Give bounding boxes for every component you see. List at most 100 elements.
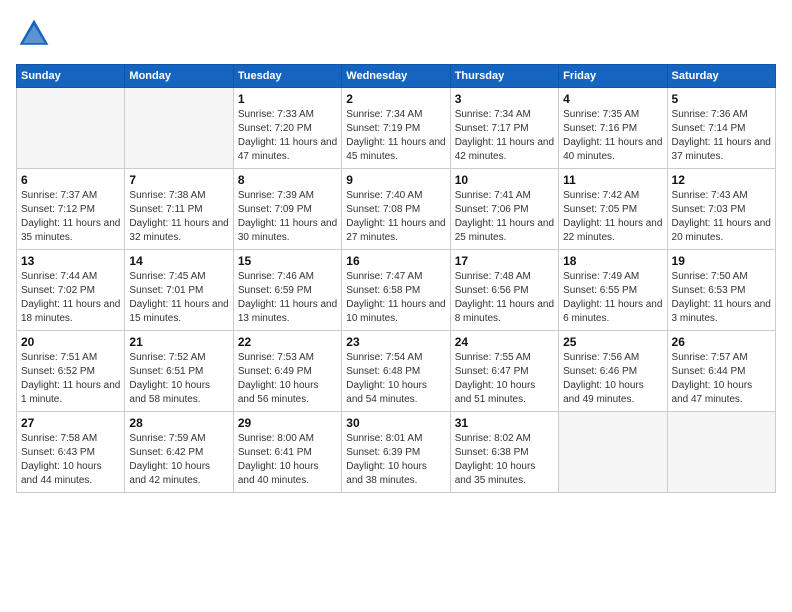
calendar-cell: 23 Sunrise: 7:54 AM Sunset: 6:48 PM Dayli… [342, 331, 450, 412]
day-number: 27 [21, 416, 120, 430]
calendar-cell: 14 Sunrise: 7:45 AM Sunset: 7:01 PM Dayli… [125, 250, 233, 331]
day-info: Sunrise: 7:51 AM Sunset: 6:52 PM Dayligh… [21, 351, 120, 407]
day-number: 2 [346, 92, 445, 106]
day-info: Sunrise: 7:48 AM Sunset: 6:56 PM Dayligh… [455, 270, 554, 326]
calendar-cell: 7 Sunrise: 7:38 AM Sunset: 7:11 PM Daylig… [125, 169, 233, 250]
calendar-cell: 5 Sunrise: 7:36 AM Sunset: 7:14 PM Daylig… [667, 88, 775, 169]
day-of-week-saturday: Saturday [667, 65, 775, 88]
calendar-cell: 26 Sunrise: 7:57 AM Sunset: 6:44 PM Dayli… [667, 331, 775, 412]
day-info: Sunrise: 7:36 AM Sunset: 7:14 PM Dayligh… [672, 108, 771, 164]
day-number: 23 [346, 335, 445, 349]
day-number: 28 [129, 416, 228, 430]
calendar-cell: 29 Sunrise: 8:00 AM Sunset: 6:41 PM Dayli… [233, 412, 341, 493]
day-of-week-friday: Friday [559, 65, 667, 88]
day-info: Sunrise: 8:02 AM Sunset: 6:38 PM Dayligh… [455, 432, 554, 488]
day-number: 18 [563, 254, 662, 268]
week-row-2: 6 Sunrise: 7:37 AM Sunset: 7:12 PM Daylig… [17, 169, 776, 250]
calendar-cell: 25 Sunrise: 7:56 AM Sunset: 6:46 PM Dayli… [559, 331, 667, 412]
day-number: 17 [455, 254, 554, 268]
day-info: Sunrise: 7:47 AM Sunset: 6:58 PM Dayligh… [346, 270, 445, 326]
day-info: Sunrise: 8:00 AM Sunset: 6:41 PM Dayligh… [238, 432, 337, 488]
day-info: Sunrise: 7:54 AM Sunset: 6:48 PM Dayligh… [346, 351, 445, 407]
day-info: Sunrise: 7:41 AM Sunset: 7:06 PM Dayligh… [455, 189, 554, 245]
day-info: Sunrise: 7:43 AM Sunset: 7:03 PM Dayligh… [672, 189, 771, 245]
calendar-cell: 21Sunrise: 7:52 AM Sunset: 6:51 PM Dayli… [125, 331, 233, 412]
day-info: Sunrise: 7:34 AM Sunset: 7:19 PM Dayligh… [346, 108, 445, 164]
logo-icon [16, 16, 52, 52]
day-of-week-wednesday: Wednesday [342, 65, 450, 88]
calendar-cell: 28Sunrise: 7:59 AM Sunset: 6:42 PM Dayli… [125, 412, 233, 493]
day-info: Sunrise: 7:50 AM Sunset: 6:53 PM Dayligh… [672, 270, 771, 326]
day-info: Sunrise: 7:57 AM Sunset: 6:44 PM Dayligh… [672, 351, 771, 407]
day-number: 10 [455, 173, 554, 187]
day-number: 11 [563, 173, 662, 187]
week-row-5: 27 Sunrise: 7:58 AM Sunset: 6:43 PM Dayli… [17, 412, 776, 493]
calendar-cell: 15 Sunrise: 7:46 AM Sunset: 6:59 PM Dayli… [233, 250, 341, 331]
calendar-cell: 3Sunrise: 7:34 AM Sunset: 7:17 PM Daylig… [450, 88, 558, 169]
day-info: Sunrise: 7:35 AM Sunset: 7:16 PM Dayligh… [563, 108, 662, 164]
day-number: 5 [672, 92, 771, 106]
day-number: 29 [238, 416, 337, 430]
calendar-cell: 31Sunrise: 8:02 AM Sunset: 6:38 PM Dayli… [450, 412, 558, 493]
day-info: Sunrise: 7:52 AM Sunset: 6:51 PM Dayligh… [129, 351, 228, 407]
day-number: 8 [238, 173, 337, 187]
day-info: Sunrise: 7:56 AM Sunset: 6:46 PM Dayligh… [563, 351, 662, 407]
calendar-cell: 4 Sunrise: 7:35 AM Sunset: 7:16 PM Daylig… [559, 88, 667, 169]
day-info: Sunrise: 7:55 AM Sunset: 6:47 PM Dayligh… [455, 351, 554, 407]
day-info: Sunrise: 7:38 AM Sunset: 7:11 PM Dayligh… [129, 189, 228, 245]
calendar-cell [125, 88, 233, 169]
day-of-week-monday: Monday [125, 65, 233, 88]
day-of-week-tuesday: Tuesday [233, 65, 341, 88]
day-info: Sunrise: 7:44 AM Sunset: 7:02 PM Dayligh… [21, 270, 120, 326]
day-info: Sunrise: 7:34 AM Sunset: 7:17 PM Dayligh… [455, 108, 554, 164]
calendar-header: SundayMondayTuesdayWednesdayThursdayFrid… [17, 65, 776, 88]
calendar-cell: 9Sunrise: 7:40 AM Sunset: 7:08 PM Daylig… [342, 169, 450, 250]
day-info: Sunrise: 7:46 AM Sunset: 6:59 PM Dayligh… [238, 270, 337, 326]
day-info: Sunrise: 7:37 AM Sunset: 7:12 PM Dayligh… [21, 189, 120, 245]
day-number: 1 [238, 92, 337, 106]
day-number: 20 [21, 335, 120, 349]
calendar-cell: 10 Sunrise: 7:41 AM Sunset: 7:06 PM Dayli… [450, 169, 558, 250]
day-info: Sunrise: 7:42 AM Sunset: 7:05 PM Dayligh… [563, 189, 662, 245]
calendar-cell: 1 Sunrise: 7:33 AM Sunset: 7:20 PM Daylig… [233, 88, 341, 169]
calendar-cell: 24Sunrise: 7:55 AM Sunset: 6:47 PM Dayli… [450, 331, 558, 412]
day-number: 26 [672, 335, 771, 349]
day-info: Sunrise: 7:40 AM Sunset: 7:08 PM Dayligh… [346, 189, 445, 245]
day-number: 13 [21, 254, 120, 268]
calendar-cell: 22Sunrise: 7:53 AM Sunset: 6:49 PM Dayli… [233, 331, 341, 412]
day-number: 22 [238, 335, 337, 349]
calendar-cell [17, 88, 125, 169]
calendar-cell [667, 412, 775, 493]
calendar-cell [559, 412, 667, 493]
calendar-cell: 13 Sunrise: 7:44 AM Sunset: 7:02 PM Dayli… [17, 250, 125, 331]
calendar-body: 1 Sunrise: 7:33 AM Sunset: 7:20 PM Daylig… [17, 88, 776, 493]
calendar-cell: 6 Sunrise: 7:37 AM Sunset: 7:12 PM Daylig… [17, 169, 125, 250]
week-row-4: 20 Sunrise: 7:51 AM Sunset: 6:52 PM Dayli… [17, 331, 776, 412]
day-info: Sunrise: 7:58 AM Sunset: 6:43 PM Dayligh… [21, 432, 120, 488]
days-of-week-row: SundayMondayTuesdayWednesdayThursdayFrid… [17, 65, 776, 88]
day-number: 15 [238, 254, 337, 268]
calendar-cell: 16 Sunrise: 7:47 AM Sunset: 6:58 PM Dayli… [342, 250, 450, 331]
calendar-cell: 12Sunrise: 7:43 AM Sunset: 7:03 PM Dayli… [667, 169, 775, 250]
day-number: 30 [346, 416, 445, 430]
day-number: 16 [346, 254, 445, 268]
day-number: 4 [563, 92, 662, 106]
day-number: 14 [129, 254, 228, 268]
day-info: Sunrise: 8:01 AM Sunset: 6:39 PM Dayligh… [346, 432, 445, 488]
calendar-cell: 19 Sunrise: 7:50 AM Sunset: 6:53 PM Dayli… [667, 250, 775, 331]
day-number: 6 [21, 173, 120, 187]
day-info: Sunrise: 7:49 AM Sunset: 6:55 PM Dayligh… [563, 270, 662, 326]
calendar-cell: 11 Sunrise: 7:42 AM Sunset: 7:05 PM Dayli… [559, 169, 667, 250]
day-info: Sunrise: 7:45 AM Sunset: 7:01 PM Dayligh… [129, 270, 228, 326]
day-info: Sunrise: 7:33 AM Sunset: 7:20 PM Dayligh… [238, 108, 337, 164]
calendar-cell: 20 Sunrise: 7:51 AM Sunset: 6:52 PM Dayli… [17, 331, 125, 412]
day-number: 25 [563, 335, 662, 349]
week-row-1: 1 Sunrise: 7:33 AM Sunset: 7:20 PM Daylig… [17, 88, 776, 169]
calendar-cell: 17 Sunrise: 7:48 AM Sunset: 6:56 PM Dayli… [450, 250, 558, 331]
day-number: 19 [672, 254, 771, 268]
day-number: 7 [129, 173, 228, 187]
week-row-3: 13 Sunrise: 7:44 AM Sunset: 7:02 PM Dayli… [17, 250, 776, 331]
logo [16, 16, 56, 52]
page-header [16, 16, 776, 52]
calendar-cell: 2 Sunrise: 7:34 AM Sunset: 7:19 PM Daylig… [342, 88, 450, 169]
